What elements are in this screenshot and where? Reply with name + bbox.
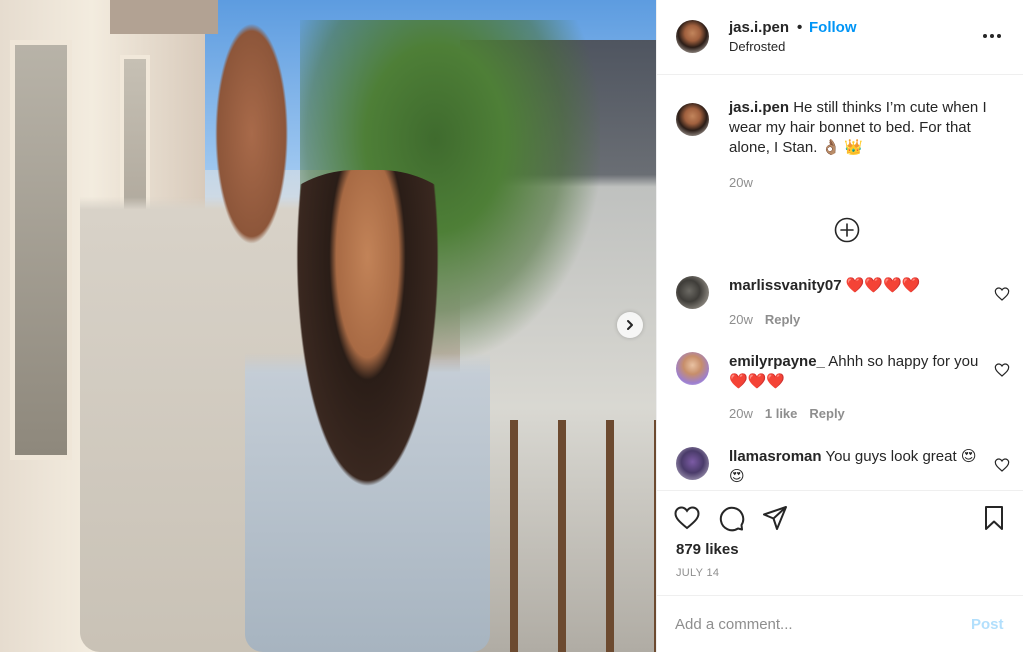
- caption-text: jas.i.pen He still thinks I’m cute when …: [729, 98, 1014, 158]
- reply-button[interactable]: Reply: [765, 312, 800, 327]
- more-horizontal-icon: [990, 34, 994, 38]
- comment-icon[interactable]: [717, 504, 745, 532]
- comment-text: llamasroman You guys look great 😍😍: [729, 447, 979, 487]
- avatar[interactable]: [676, 276, 709, 309]
- comment-input[interactable]: [675, 610, 955, 638]
- bookmark-icon[interactable]: [980, 504, 1008, 532]
- heart-icon[interactable]: [994, 457, 1010, 473]
- comment-text: marlissvanity07 ❤️❤️❤️❤️: [729, 276, 979, 296]
- instagram-post: jas.i.pen • Follow Defrosted jas.i.pen H…: [0, 0, 1023, 652]
- avatar[interactable]: [676, 352, 709, 385]
- heart-icon[interactable]: [994, 362, 1010, 378]
- next-photo-button[interactable]: [617, 312, 643, 338]
- comment-body: ❤️❤️❤️❤️: [845, 277, 921, 294]
- avatar[interactable]: [676, 20, 709, 53]
- heart-icon[interactable]: [673, 504, 701, 532]
- chevron-right-icon: [627, 320, 633, 330]
- comment-username[interactable]: marlissvanity07: [729, 277, 842, 294]
- header-username[interactable]: jas.i.pen: [729, 19, 789, 36]
- post-date[interactable]: JULY 14: [676, 567, 719, 579]
- share-icon[interactable]: [761, 504, 789, 532]
- more-horizontal-icon: [983, 34, 987, 38]
- comment-text: emilyrpayne_ Ahhh so happy for you❤️❤️❤️: [729, 352, 979, 392]
- comment-time[interactable]: 20w: [729, 406, 753, 421]
- comment-username[interactable]: emilyrpayne_: [729, 353, 825, 370]
- more-options-button[interactable]: [983, 28, 1007, 44]
- add-comment-bar: Post: [657, 595, 1023, 652]
- avatar[interactable]: [676, 103, 709, 136]
- caption-time[interactable]: 20w: [729, 175, 753, 190]
- follow-button[interactable]: Follow: [809, 19, 857, 36]
- heart-icon[interactable]: [994, 286, 1010, 302]
- reply-button[interactable]: Reply: [809, 406, 844, 421]
- comment-time[interactable]: 20w: [729, 312, 753, 327]
- location-link[interactable]: Defrosted: [729, 39, 785, 54]
- comment-meta: 20w 1 like Reply: [729, 406, 845, 421]
- post-photo[interactable]: [0, 0, 656, 652]
- more-horizontal-icon: [997, 34, 1001, 38]
- plus-circle-icon: [834, 217, 860, 243]
- post-actions: 879 likes JULY 14: [657, 490, 1023, 595]
- likes-count[interactable]: 879 likes: [676, 541, 739, 558]
- caption-username[interactable]: jas.i.pen: [729, 99, 789, 116]
- comment-username[interactable]: llamasroman: [729, 448, 822, 465]
- comments-list[interactable]: jas.i.pen He still thinks I’m cute when …: [657, 76, 1023, 490]
- comment-meta: 20w Reply: [729, 312, 800, 327]
- post-comment-button[interactable]: Post: [971, 616, 1004, 633]
- comment-likes[interactable]: 1 like: [765, 406, 798, 421]
- post-side-panel: jas.i.pen • Follow Defrosted jas.i.pen H…: [656, 0, 1023, 652]
- avatar[interactable]: [676, 447, 709, 480]
- photo-window: [10, 40, 72, 460]
- header-separator: •: [797, 19, 803, 36]
- photo-balcony-rail: [470, 420, 656, 652]
- photo-woman: [245, 170, 490, 652]
- post-header: jas.i.pen • Follow Defrosted: [657, 0, 1023, 75]
- load-more-comments-button[interactable]: [834, 217, 860, 243]
